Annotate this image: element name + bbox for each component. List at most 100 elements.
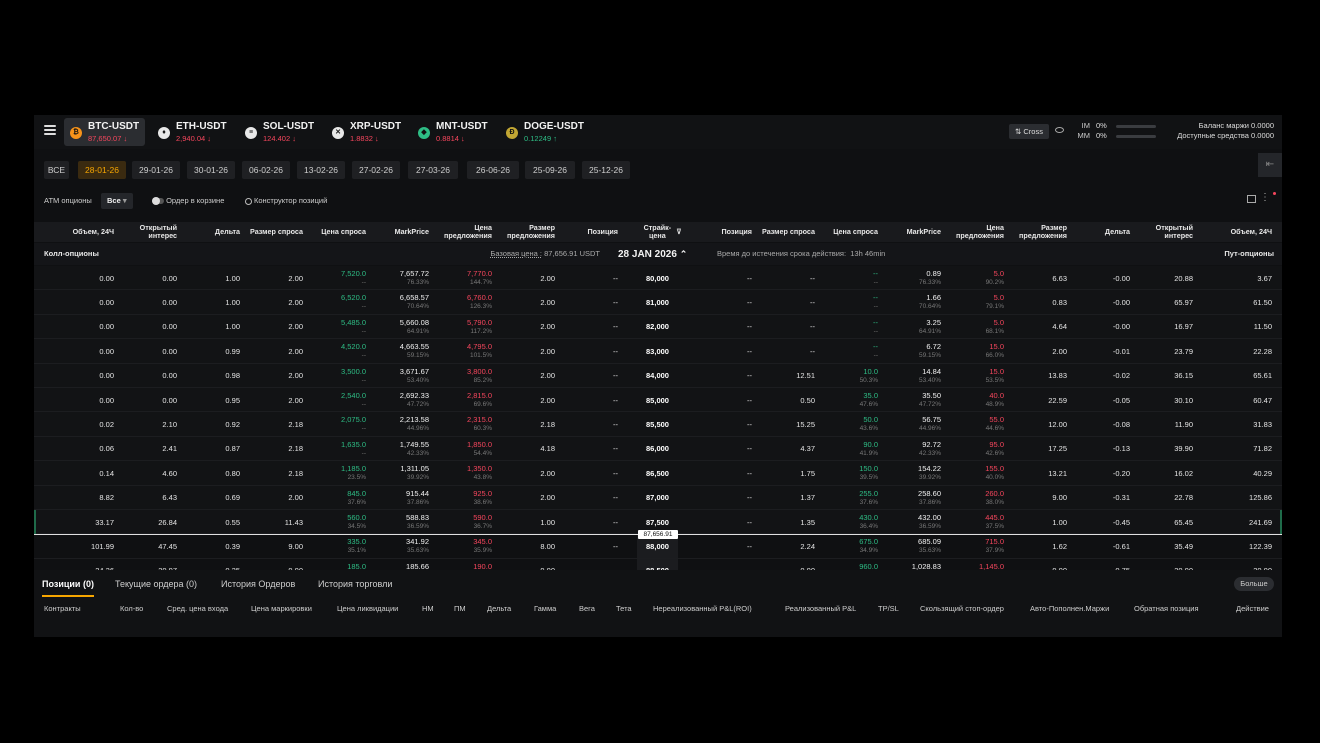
call-bid-size[interactable]: 11.43 xyxy=(243,510,303,534)
put-bid-size[interactable]: 1.37 xyxy=(755,486,815,510)
call-position[interactable]: -- xyxy=(558,437,618,461)
basket-toggle[interactable]: Ордер в корзине xyxy=(152,193,224,209)
date-tab-10[interactable]: 25-12-26 xyxy=(582,161,630,179)
call-ask-size[interactable]: 2.00 xyxy=(495,461,555,485)
call-ask-size[interactable]: 2.00 xyxy=(495,290,555,314)
table-row[interactable]: 0.00 0.00 0.99 2.00 4,520.0 -- 4,663.55 59.15% 4… xyxy=(34,339,1282,364)
put-ask-size[interactable]: 1.00 xyxy=(1007,510,1067,534)
put-position[interactable]: -- xyxy=(692,559,752,570)
put-ask-size[interactable]: 6.63 xyxy=(1007,266,1067,290)
call-volume[interactable]: 0.06 xyxy=(54,437,114,461)
call-ask-price[interactable]: 5,790.0 117.2% xyxy=(432,315,492,339)
table-row[interactable]: 0.14 4.60 0.80 2.18 1,185.0 23.5% 1,311.05 39.9… xyxy=(34,461,1282,486)
call-position[interactable]: -- xyxy=(558,388,618,412)
call-open-interest[interactable]: 0.00 xyxy=(117,290,177,314)
collapse-panel-icon[interactable]: ⇤ xyxy=(1258,153,1282,177)
strike-price[interactable]: 83,000 xyxy=(637,339,678,363)
call-bid-size[interactable]: 2.00 xyxy=(243,364,303,388)
put-mark-price[interactable]: 154.22 39.92% xyxy=(881,461,941,485)
strike-price[interactable]: 86,500 xyxy=(637,461,678,485)
put-open-interest[interactable]: 16.97 xyxy=(1133,315,1193,339)
date-tab-5[interactable]: 13-02-26 xyxy=(297,161,345,179)
strike-price[interactable]: 81,000 xyxy=(637,290,678,314)
call-mark-price[interactable]: 2,692.33 47.72% xyxy=(369,388,429,412)
put-bid-size[interactable]: 2.24 xyxy=(755,534,815,558)
call-ask-price[interactable]: 4,795.0 101.5% xyxy=(432,339,492,363)
call-bid-size[interactable]: 2.00 xyxy=(243,290,303,314)
call-bid-size[interactable]: 2.00 xyxy=(243,388,303,412)
strike-price[interactable]: 88,500 xyxy=(637,559,678,570)
call-bid-size[interactable]: 2.00 xyxy=(243,266,303,290)
put-bid-price[interactable]: 10.0 50.3% xyxy=(818,364,878,388)
call-position[interactable]: -- xyxy=(558,461,618,485)
call-volume[interactable]: 0.00 xyxy=(54,388,114,412)
call-bid-size[interactable]: 2.00 xyxy=(243,315,303,339)
call-delta[interactable]: 0.95 xyxy=(180,388,240,412)
put-delta[interactable]: -0.75 xyxy=(1070,559,1130,570)
call-ask-size[interactable]: 2.00 xyxy=(495,364,555,388)
call-bid-price[interactable]: 845.0 37.6% xyxy=(306,486,366,510)
put-mark-price[interactable]: 92.72 42.33% xyxy=(881,437,941,461)
put-ask-price[interactable]: 15.0 66.0% xyxy=(944,339,1004,363)
pair-tab-eth-usdt[interactable]: ♦ ETH-USDT 2,940.04 ↓ xyxy=(152,118,233,146)
call-delta[interactable]: 0.39 xyxy=(180,534,240,558)
put-ask-size[interactable]: 2.00 xyxy=(1007,339,1067,363)
put-open-interest[interactable]: 65.97 xyxy=(1133,290,1193,314)
table-row[interactable]: 0.06 2.41 0.87 2.18 1,635.0 -- 1,749.55 42.33% 1… xyxy=(34,436,1282,462)
table-row[interactable]: 0.00 0.00 1.00 2.00 5,485.0 -- 5,660.08 64.91% 5… xyxy=(34,314,1282,340)
strike-price[interactable]: 87,000 xyxy=(637,486,678,510)
call-bid-size[interactable]: 9.00 xyxy=(243,559,303,570)
call-ask-size[interactable]: 9.00 xyxy=(495,559,555,570)
call-ask-price[interactable]: 590.0 36.7% xyxy=(432,510,492,534)
call-volume[interactable]: 0.00 xyxy=(54,364,114,388)
call-mark-price[interactable]: 3,671.67 53.40% xyxy=(369,364,429,388)
call-delta[interactable]: 0.98 xyxy=(180,364,240,388)
put-ask-size[interactable]: 9.00 xyxy=(1007,486,1067,510)
put-delta[interactable]: -0.00 xyxy=(1070,315,1130,339)
put-mark-price[interactable]: 1.66 70.64% xyxy=(881,290,941,314)
put-volume[interactable]: 65.61 xyxy=(1212,364,1272,388)
bottom-tab-1[interactable]: Текущие ордера (0) xyxy=(115,579,197,589)
put-delta[interactable]: -0.20 xyxy=(1070,461,1130,485)
put-delta[interactable]: -0.00 xyxy=(1070,290,1130,314)
put-bid-price[interactable]: 430.0 36.4% xyxy=(818,510,878,534)
put-open-interest[interactable]: 20.88 xyxy=(1133,266,1193,290)
put-open-interest[interactable]: 20.00 xyxy=(1133,559,1193,570)
put-delta[interactable]: -0.31 xyxy=(1070,486,1130,510)
call-position[interactable]: -- xyxy=(558,412,618,436)
put-bid-size[interactable]: 0.50 xyxy=(755,388,815,412)
put-position[interactable]: -- xyxy=(692,437,752,461)
call-mark-price[interactable]: 5,660.08 64.91% xyxy=(369,315,429,339)
call-bid-price[interactable]: 185.034.1% xyxy=(306,559,366,570)
call-ask-price[interactable]: 345.0 35.9% xyxy=(432,534,492,558)
put-ask-size[interactable]: 9.00 xyxy=(1007,559,1067,570)
put-ask-price[interactable]: 155.0 40.0% xyxy=(944,461,1004,485)
call-mark-price[interactable]: 588.83 36.59% xyxy=(369,510,429,534)
call-open-interest[interactable]: 0.00 xyxy=(117,388,177,412)
eye-icon[interactable] xyxy=(1055,127,1064,133)
put-bid-size[interactable]: -- xyxy=(755,315,815,339)
put-open-interest[interactable]: 23.79 xyxy=(1133,339,1193,363)
put-open-interest[interactable]: 39.90 xyxy=(1133,437,1193,461)
strike-price[interactable]: 85,000 xyxy=(637,388,678,412)
put-open-interest[interactable]: 16.02 xyxy=(1133,461,1193,485)
call-ask-size[interactable]: 1.00 xyxy=(495,510,555,534)
put-open-interest[interactable]: 11.90 xyxy=(1133,412,1193,436)
put-bid-price[interactable]: -- -- xyxy=(818,315,878,339)
put-ask-price[interactable]: 40.0 48.9% xyxy=(944,388,1004,412)
put-ask-price[interactable]: 5.0 79.1% xyxy=(944,290,1004,314)
put-open-interest[interactable]: 35.49 xyxy=(1133,534,1193,558)
call-open-interest[interactable]: 2.41 xyxy=(117,437,177,461)
put-volume[interactable]: 11.50 xyxy=(1212,315,1272,339)
call-delta[interactable]: 1.00 xyxy=(180,266,240,290)
call-volume[interactable]: 8.82 xyxy=(54,486,114,510)
call-bid-price[interactable]: 4,520.0 -- xyxy=(306,339,366,363)
put-position[interactable]: -- xyxy=(692,339,752,363)
call-ask-price[interactable]: 6,760.0 126.3% xyxy=(432,290,492,314)
call-open-interest[interactable]: 26.84 xyxy=(117,510,177,534)
call-delta[interactable]: 0.87 xyxy=(180,437,240,461)
call-ask-size[interactable]: 2.00 xyxy=(495,339,555,363)
menu-icon[interactable] xyxy=(44,125,56,137)
put-delta[interactable]: -0.02 xyxy=(1070,364,1130,388)
put-open-interest[interactable]: 22.78 xyxy=(1133,486,1193,510)
